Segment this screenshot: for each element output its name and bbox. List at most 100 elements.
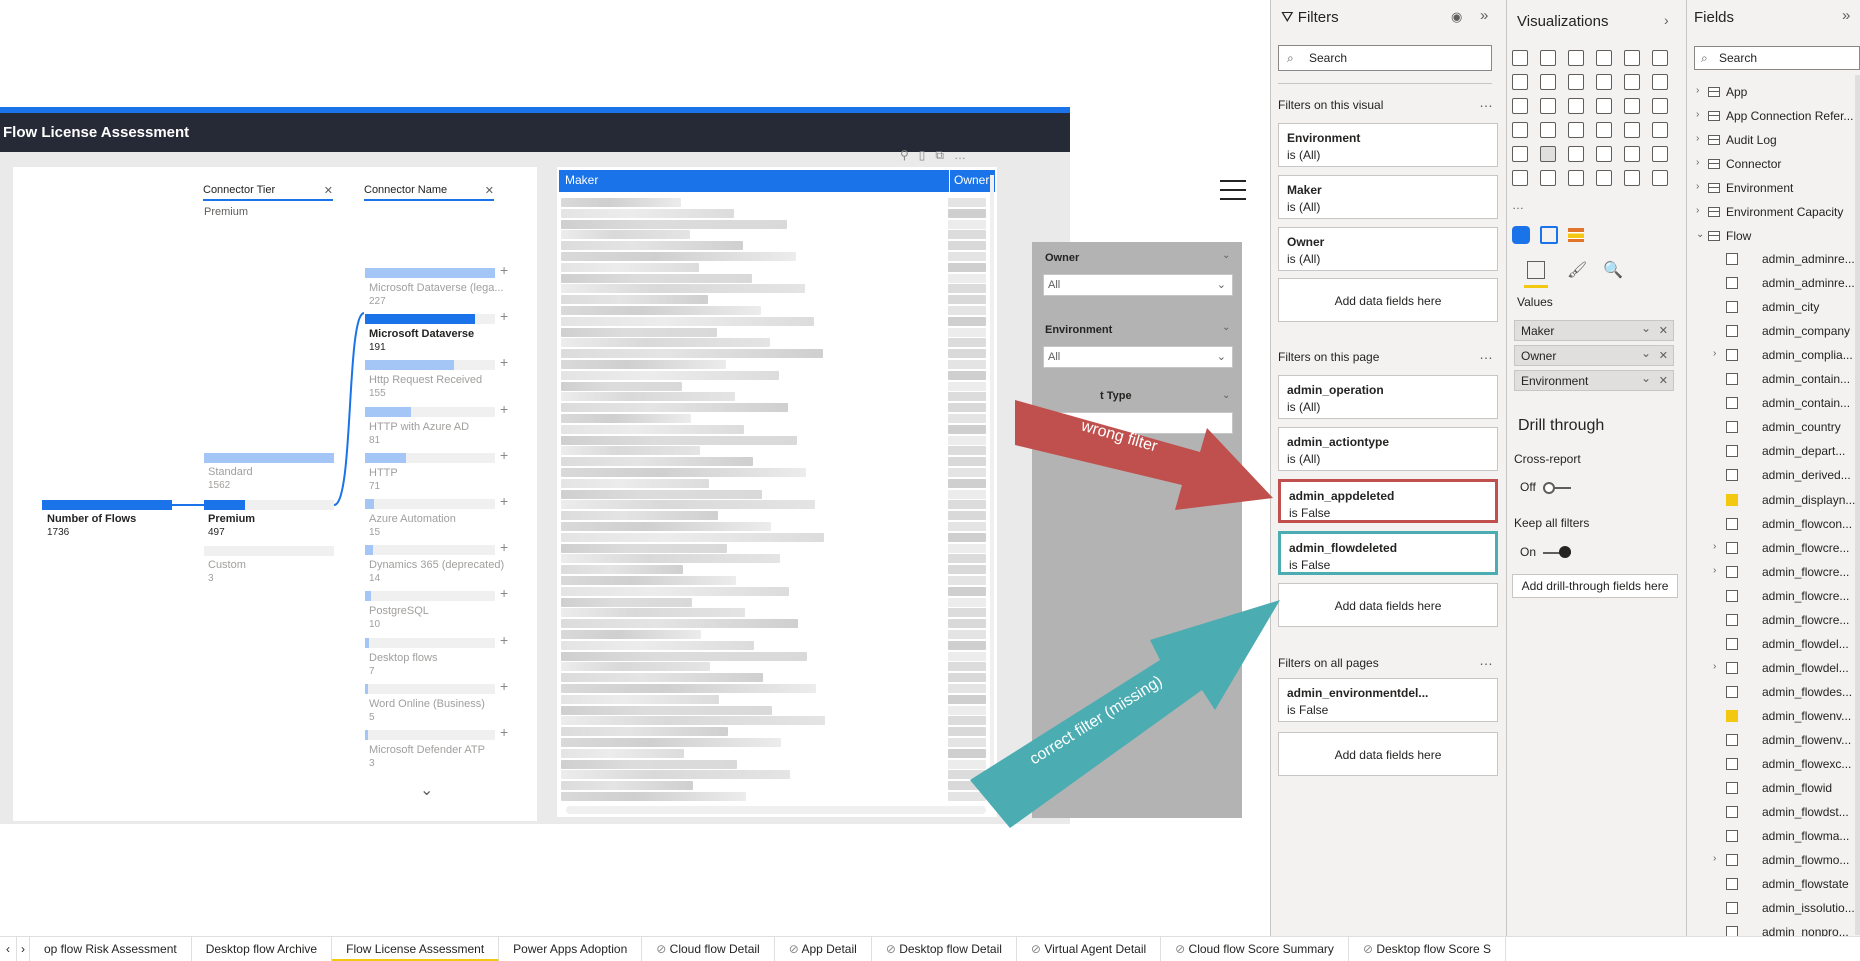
page-tab[interactable]: Flow License Assessment — [332, 937, 500, 961]
more-options-icon[interactable]: … — [1479, 94, 1494, 110]
visual-type-icon[interactable] — [1512, 98, 1528, 114]
table-row[interactable] — [561, 640, 754, 650]
field-item[interactable]: admin_flowdel... — [1762, 661, 1849, 675]
visual-type-icon[interactable] — [1540, 50, 1556, 66]
table-node[interactable]: App — [1708, 85, 1747, 99]
slicer-environment-dropdown[interactable]: All ⌄ — [1043, 346, 1233, 368]
field-checkbox[interactable] — [1726, 253, 1738, 265]
field-checkbox[interactable] — [1726, 878, 1738, 891]
visual-type-icon[interactable] — [1568, 50, 1584, 66]
table-row[interactable] — [561, 511, 718, 521]
field-checkbox[interactable] — [1726, 589, 1738, 602]
table-row[interactable] — [561, 748, 684, 758]
field-checkbox[interactable] — [1726, 661, 1738, 674]
table-row[interactable] — [561, 565, 683, 575]
visual-type-icon[interactable] — [1624, 74, 1640, 90]
table-row[interactable] — [561, 651, 807, 661]
connector-bar[interactable] — [365, 637, 369, 648]
table-row[interactable] — [561, 457, 753, 467]
visual-type-icon[interactable] — [1652, 146, 1668, 162]
field-checkbox[interactable] — [1726, 397, 1738, 410]
build-visual-tab[interactable] — [1524, 258, 1548, 288]
table-node[interactable]: Flow — [1708, 229, 1751, 243]
table-row[interactable] — [561, 403, 788, 413]
field-item[interactable]: admin_flowmo... — [1762, 853, 1849, 867]
remove-icon[interactable]: ✕ — [1659, 321, 1668, 342]
more-options-icon[interactable]: … — [1479, 652, 1494, 668]
visual-type-icon[interactable] — [1568, 170, 1584, 186]
visual-type-icon[interactable] — [1568, 98, 1584, 114]
visual-type-icon[interactable] — [1512, 170, 1528, 186]
chevron-down-icon[interactable]: ⌄ — [1641, 343, 1651, 364]
table-row[interactable] — [561, 489, 762, 499]
level-header-connector-name[interactable]: Connector Name ✕ — [364, 184, 494, 201]
tab-scroll-right[interactable]: › — [17, 937, 30, 961]
table-row[interactable] — [561, 673, 763, 683]
table-row[interactable] — [561, 241, 743, 251]
chevron-right-icon[interactable]: › — [1696, 157, 1699, 168]
chevron-right-icon[interactable]: › — [1696, 205, 1699, 216]
keep-filters-toggle[interactable]: On — [1520, 545, 1572, 559]
page-tab[interactable]: ⊘ App Detail — [775, 937, 872, 961]
field-item[interactable]: admin_derived... — [1762, 468, 1851, 482]
table-row[interactable] — [561, 338, 770, 348]
visual-type-icon[interactable] — [1540, 122, 1556, 138]
expand-plus-icon[interactable]: + — [500, 585, 508, 601]
column-header-owner[interactable]: Owner — [949, 170, 989, 192]
field-item[interactable]: admin_flowdst... — [1762, 805, 1849, 819]
visual-type-icon[interactable] — [1568, 146, 1584, 162]
format-paint-roller-icon[interactable]: 🖌 — [1567, 260, 1587, 280]
table-row[interactable] — [561, 522, 771, 531]
field-checkbox[interactable] — [1726, 565, 1738, 578]
table-node[interactable]: Connector — [1708, 157, 1781, 171]
table-row[interactable] — [561, 554, 780, 564]
table-row[interactable] — [561, 392, 735, 402]
expand-plus-icon[interactable]: + — [500, 493, 508, 509]
filter-card-adminactiontype[interactable]: admin_actiontype is (All) — [1278, 427, 1498, 471]
table-row[interactable] — [561, 446, 700, 456]
field-checkbox[interactable] — [1726, 613, 1738, 626]
visual-type-icon[interactable] — [1652, 98, 1668, 114]
field-checkbox[interactable] — [1726, 782, 1738, 795]
chevron-right-icon[interactable]: › — [1713, 541, 1716, 552]
chevron-right-icon[interactable]: › — [1713, 661, 1716, 672]
field-checkbox[interactable] — [1726, 854, 1738, 867]
connector-bar[interactable] — [365, 730, 368, 740]
field-item[interactable]: admin_complia... — [1762, 348, 1853, 362]
visual-type-icon[interactable] — [1652, 122, 1668, 138]
table-row[interactable] — [561, 543, 727, 553]
connector-bar[interactable] — [365, 268, 495, 278]
filters-search-input[interactable]: ⌕ Search — [1278, 45, 1492, 71]
table-row[interactable] — [561, 262, 699, 272]
field-checkbox[interactable] — [1726, 277, 1738, 290]
table-node[interactable]: Audit Log — [1708, 133, 1777, 147]
table-row[interactable] — [561, 414, 691, 423]
page-tab[interactable]: ⊘ Cloud flow Score Summary — [1161, 937, 1349, 961]
visual-type-icon[interactable] — [1540, 98, 1556, 114]
table-row[interactable] — [561, 630, 701, 639]
filter-card-adminflowdeleted[interactable]: admin_flowdeleted is False — [1278, 531, 1498, 575]
field-checkbox[interactable] — [1726, 493, 1738, 506]
connector-bar[interactable] — [365, 683, 368, 694]
connector-bar[interactable] — [365, 406, 411, 417]
tab-scroll-left[interactable]: ‹ — [0, 937, 17, 961]
table-row[interactable] — [561, 781, 693, 791]
add-drill-through-fields[interactable]: Add drill-through fields here — [1512, 574, 1678, 598]
field-checkbox[interactable] — [1726, 517, 1738, 530]
connector-bar[interactable] — [365, 452, 406, 463]
table-row[interactable] — [561, 316, 814, 326]
visual-type-icon[interactable] — [1540, 74, 1556, 90]
table-row[interactable] — [561, 532, 824, 542]
table-row[interactable] — [561, 759, 737, 769]
chevron-right-icon[interactable]: › — [1713, 853, 1716, 864]
filter-card-adminappdeleted[interactable]: admin_appdeleted is False — [1278, 479, 1498, 523]
visual-type-icon[interactable] — [1624, 170, 1640, 186]
chevron-down-icon[interactable]: ⌄ — [1222, 322, 1230, 333]
filter-card-environment[interactable]: Environment is (All) — [1278, 123, 1498, 167]
visual-type-icon[interactable] — [1512, 74, 1528, 90]
table-row[interactable] — [561, 198, 681, 207]
field-item[interactable]: admin_flowdel... — [1762, 637, 1849, 651]
expand-plus-icon[interactable]: + — [500, 354, 508, 370]
field-checkbox[interactable] — [1726, 709, 1738, 722]
analytics-magnifier-icon[interactable]: 🔍 — [1603, 260, 1623, 280]
